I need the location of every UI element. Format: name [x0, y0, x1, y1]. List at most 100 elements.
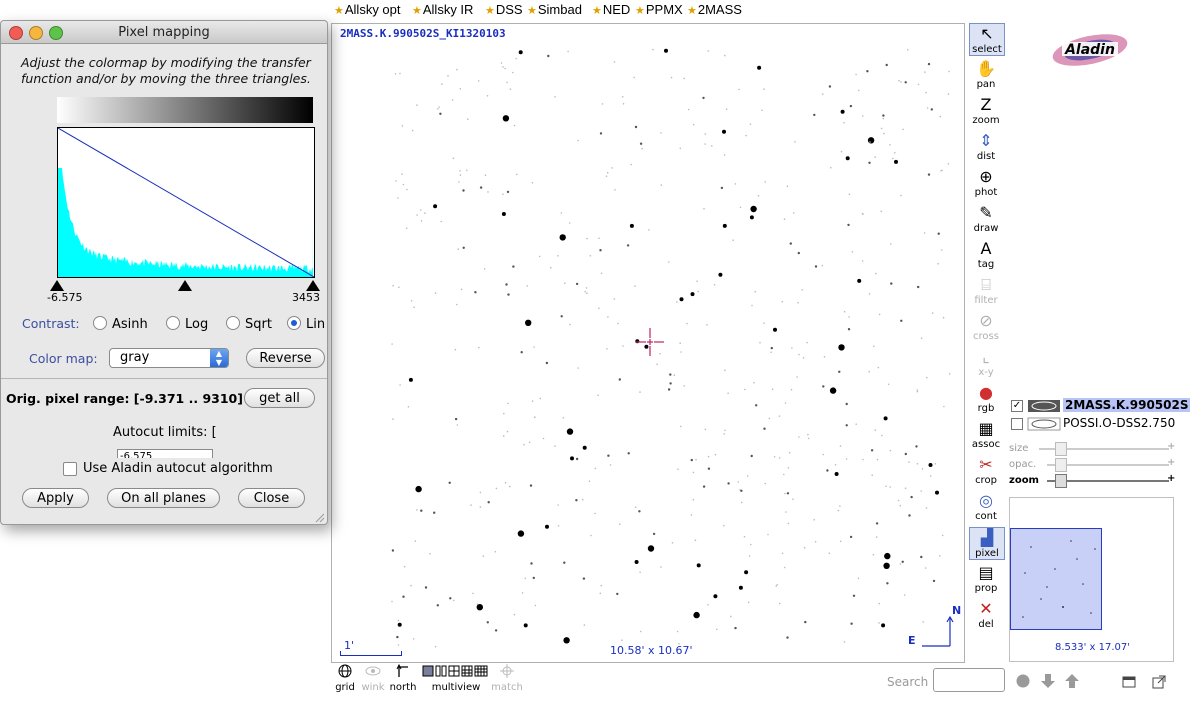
tool-cross-button[interactable]: ⊘ cross [969, 311, 1003, 342]
film-strip-icon: ▦ [978, 419, 994, 438]
max-triangle-icon[interactable] [306, 280, 320, 291]
arrow-up-icon[interactable] [1064, 673, 1080, 689]
contrast-asinh-radio[interactable]: Asinh [93, 316, 148, 332]
server-label: NED [602, 2, 631, 17]
star-point [761, 109, 763, 112]
dialog-titlebar[interactable]: Pixel mapping [1, 21, 327, 44]
on-all-planes-button[interactable]: On all planes [107, 488, 220, 508]
star-point [619, 523, 621, 525]
star-point [526, 285, 528, 287]
tool-assoc-button[interactable]: ▦ assoc [969, 419, 1003, 450]
tool-zoom-button[interactable]: Zzoom [969, 95, 1003, 126]
star-point [656, 363, 658, 366]
star-point [483, 268, 486, 270]
star-point [881, 623, 886, 628]
star-point [839, 540, 842, 543]
plane-visible-checkbox[interactable] [1011, 417, 1023, 430]
star-point [869, 141, 871, 143]
plane-row[interactable]: ✓ 2MASS.K.990502S [1011, 398, 1191, 413]
search-input[interactable] [933, 668, 1005, 692]
arrow-down-icon[interactable] [1040, 673, 1056, 689]
star-point [584, 290, 586, 293]
star-point [943, 405, 945, 408]
star-point [883, 562, 890, 569]
apply-button[interactable]: Apply [22, 488, 89, 508]
get-all-button[interactable]: get all [244, 388, 315, 408]
star-point [557, 525, 560, 527]
external-window-icon[interactable] [1152, 675, 1166, 689]
aladin-autocut-checkbox[interactable] [63, 462, 77, 476]
opacity-slider[interactable]: opac. + [1009, 457, 1175, 472]
star-point [730, 615, 732, 618]
star-point [707, 50, 709, 52]
star-point [478, 346, 480, 349]
tool-tag-button[interactable]: Atag [969, 239, 1003, 270]
tool-label: pan [976, 79, 996, 90]
wink-button[interactable]: wink [360, 664, 386, 693]
radio-label: Lin [306, 317, 326, 332]
server-ppmx[interactable]: ★PPMX [635, 2, 683, 17]
star-point [506, 190, 510, 194]
server-2mass[interactable]: ★2MASS [687, 2, 742, 17]
star-point [501, 212, 506, 216]
star-point [476, 604, 483, 611]
star-point [821, 264, 824, 267]
star-point [570, 456, 574, 461]
tool-pixel-button[interactable]: ▟ pixel [969, 527, 1005, 560]
sky-view[interactable]: 2MASS.K.990502S_KI1320103 1' 10.58' x 10… [331, 23, 965, 663]
close-button[interactable]: Close [238, 488, 305, 508]
colormap-select[interactable]: gray ▲ ▼ [109, 348, 229, 368]
tool-filter-button[interactable]: ⌸ filter [969, 275, 1003, 306]
plane-visible-checkbox[interactable]: ✓ [1011, 399, 1023, 412]
server-label: Allsky IR [422, 2, 474, 17]
tool-del-button[interactable]: ✕ del [969, 599, 1003, 630]
mid-triangle-icon[interactable] [178, 280, 192, 291]
server-allsky-ir[interactable]: ★Allsky IR [412, 2, 473, 17]
multiview-button[interactable]: multiview [422, 664, 490, 693]
star-point [411, 129, 414, 132]
tool-dist-button[interactable]: ⇕ dist [969, 131, 1003, 162]
tool-pan-button[interactable]: ✋ pan [969, 59, 1003, 90]
resize-grip-icon[interactable] [313, 511, 325, 523]
contrast-log-radio[interactable]: Log [166, 316, 208, 332]
reverse-button[interactable]: Reverse [246, 348, 325, 368]
overview-field-box[interactable] [1010, 528, 1102, 630]
search-circle-icon[interactable] [1015, 673, 1031, 689]
tool-prop-button[interactable]: ▤ prop [969, 563, 1003, 594]
overview-panel[interactable]: 8.533' x 17.07' [1009, 497, 1174, 662]
server-ned[interactable]: ★NED [592, 2, 630, 17]
tool-x-y-button[interactable]: ⌞ x-y [969, 347, 1003, 378]
tool-cont-button[interactable]: ◎ cont [969, 491, 1003, 522]
star-point [692, 123, 695, 126]
contrast-sqrt-radio[interactable]: Sqrt [226, 316, 272, 332]
grid-button[interactable]: grid [333, 664, 357, 693]
min-triangle-icon[interactable] [50, 280, 64, 291]
star-point [802, 357, 805, 359]
server-allsky-opt[interactable]: ★Allsky opt [334, 2, 401, 17]
tool-select-button[interactable]: ↖ select [969, 23, 1005, 56]
north-button[interactable]: north [389, 663, 417, 693]
autocut-input[interactable]: -6.575 [117, 449, 213, 458]
star-point [904, 81, 907, 84]
match-button[interactable]: match [491, 664, 523, 693]
size-slider-label: size [1009, 443, 1029, 454]
contrast-lin-radio[interactable]: Lin [287, 316, 327, 332]
star-point [862, 213, 864, 215]
window-icon[interactable] [1122, 675, 1136, 689]
star-point [898, 79, 900, 82]
zoom-slider[interactable]: zoom + [1009, 473, 1175, 488]
tool-draw-button[interactable]: ✎ draw [969, 203, 1003, 234]
star-point [599, 132, 603, 135]
tool-crop-button[interactable]: ✂ crop [969, 455, 1003, 486]
plane-row[interactable]: POSSI.O-DSS2.750 [1011, 416, 1175, 431]
star-point [798, 436, 800, 438]
star-point [783, 566, 786, 569]
server-simbad[interactable]: ★Simbad [527, 2, 582, 17]
star-point [622, 103, 625, 105]
star-point [915, 445, 918, 448]
tool-rgb-button[interactable]: ● rgb [969, 383, 1003, 414]
server-dss[interactable]: ★DSS [485, 2, 523, 17]
transfer-function-plot[interactable] [57, 127, 315, 278]
tool-phot-button[interactable]: ⊕ phot [969, 167, 1003, 198]
size-slider[interactable]: size + [1009, 441, 1175, 456]
